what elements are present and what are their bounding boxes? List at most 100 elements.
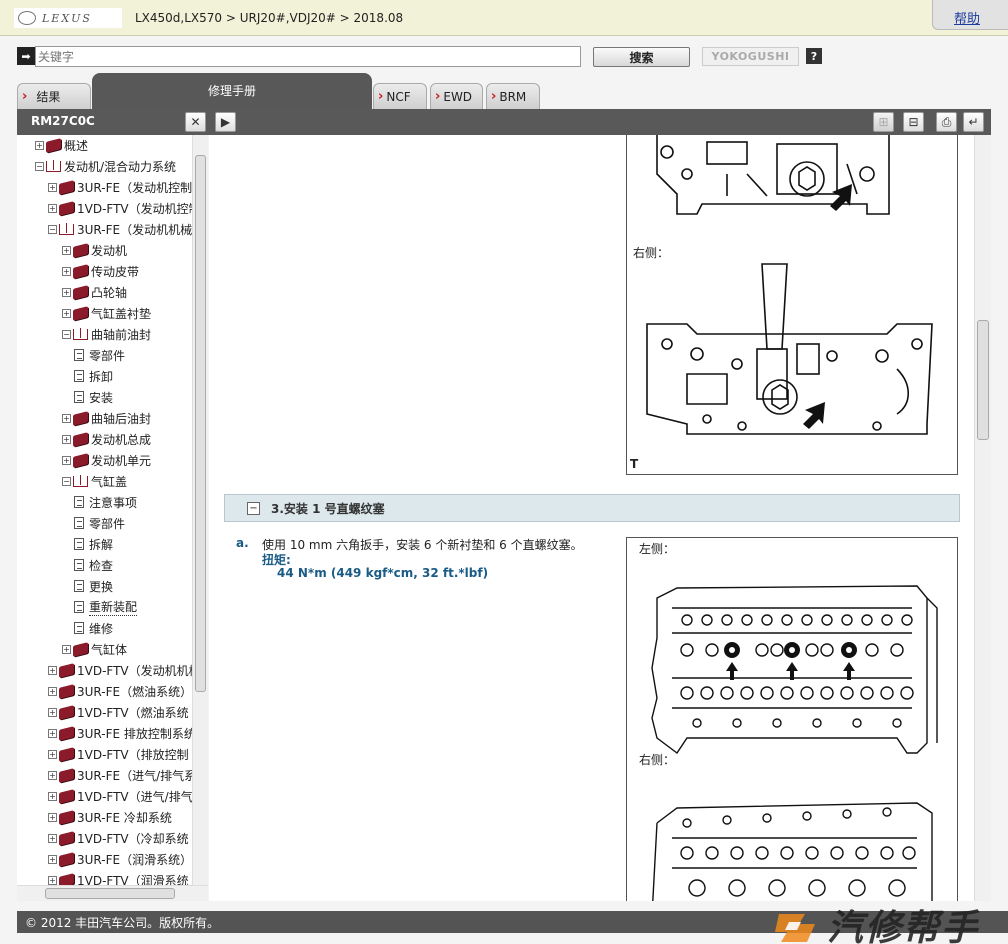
document-page-icon (74, 391, 84, 403)
expand-icon[interactable]: + (48, 665, 57, 675)
tree-item[interactable]: + 概述 (35, 136, 88, 154)
tree-item[interactable]: + 气缸体 (62, 640, 127, 658)
expand-icon[interactable]: + (48, 203, 57, 213)
expand-icon[interactable]: + (48, 791, 57, 801)
tree-item[interactable]: + 发动机单元 (62, 451, 151, 469)
print-icon[interactable]: ⎙ (936, 112, 957, 132)
tree-item[interactable]: + 曲轴后油封 (62, 409, 151, 427)
close-icon[interactable]: ✕ (185, 112, 206, 132)
expand-icon[interactable]: + (48, 182, 57, 192)
document-code: RM27C0C (31, 114, 95, 128)
expand-icon[interactable]: + (48, 770, 57, 780)
expand-icon[interactable]: + (35, 140, 44, 150)
tree-item[interactable]: − 曲轴前油封 (62, 325, 151, 343)
tree-item[interactable]: 维修 (74, 619, 113, 637)
tree-item[interactable]: +1VD-FTV（排放控制 (48, 745, 189, 763)
content-scroll-thumb[interactable] (977, 320, 989, 440)
tree-hscroll-thumb[interactable] (45, 888, 175, 899)
content-vertical-scrollbar[interactable] (974, 135, 991, 901)
tree-item[interactable]: 重新装配 (74, 598, 138, 616)
tree-item[interactable]: − 气缸盖 (62, 472, 127, 490)
tree-item[interactable]: +3UR-FE 冷却系统 (48, 808, 172, 826)
expand-icon[interactable]: + (48, 749, 57, 759)
collapse-icon[interactable]: − (48, 224, 57, 234)
tree-item[interactable]: +1VD-FTV（发动机机械 (48, 661, 201, 679)
lexus-logo: LEXUS (14, 8, 122, 28)
step-header[interactable]: − 3.安装 1 号直螺纹塞 (224, 494, 960, 522)
tree-item[interactable]: 安装 (74, 388, 113, 406)
tab-results[interactable]: › 结果 (17, 83, 91, 109)
book-open-icon (59, 222, 74, 235)
expand-icon[interactable]: + (62, 308, 71, 318)
tree-item[interactable]: +3UR-FE（燃油系统） (48, 682, 192, 700)
expand-icon[interactable]: + (48, 707, 57, 717)
collapse-icon[interactable]: − (62, 476, 71, 486)
expand-icon[interactable]: + (62, 287, 71, 297)
tree-scroll-thumb[interactable] (195, 155, 206, 692)
tree-vertical-scrollbar[interactable] (192, 135, 208, 885)
tab-ncf-label: NCF (386, 89, 411, 104)
expand-icon[interactable]: + (62, 413, 71, 423)
tab-brm[interactable]: › BRM (486, 83, 540, 109)
tree-item[interactable]: +1VD-FTV（燃油系统 (48, 703, 189, 721)
step-a-text: 使用 10 mm 六角扳手，安装 6 个新衬垫和 6 个直螺纹塞。 (262, 538, 583, 552)
tree-item[interactable]: 检查 (74, 556, 113, 574)
tree-item[interactable]: + 凸轮轴 (62, 283, 127, 301)
tree-item-label: 曲轴前油封 (91, 327, 152, 342)
expand-icon[interactable]: + (48, 833, 57, 843)
expand-all-icon[interactable]: ⊞ (873, 112, 894, 132)
collapse-icon[interactable]: − (35, 161, 44, 171)
tab-ewd[interactable]: › EWD (430, 83, 483, 109)
expand-icon[interactable]: + (62, 245, 71, 255)
expand-icon[interactable]: + (62, 434, 71, 444)
tab-ncf[interactable]: › NCF (373, 83, 427, 109)
tree-item[interactable]: +1VD-FTV（进气/排气 (48, 787, 193, 805)
tree-item[interactable]: 零部件 (74, 346, 125, 364)
document-page-icon (74, 517, 84, 529)
tree-item[interactable]: 零部件 (74, 514, 125, 532)
play-icon[interactable]: ▶ (215, 112, 236, 132)
tree-item[interactable]: 拆卸 (74, 367, 113, 385)
search-button[interactable]: 搜索 (593, 47, 690, 67)
tree-item-label: 检查 (89, 558, 114, 573)
collapse-icon[interactable]: − (62, 329, 71, 339)
expand-icon[interactable]: + (62, 266, 71, 276)
tree-item-label: 3UR-FE（进气/排气系 (77, 768, 197, 783)
tree-item[interactable]: +3UR-FE（进气/排气系 (48, 766, 196, 784)
tree-item[interactable]: +3UR-FE（润滑系统） (48, 850, 192, 868)
expand-icon[interactable]: + (48, 875, 57, 885)
expand-icon[interactable]: + (48, 728, 57, 738)
tree-item[interactable]: +3UR-FE（发动机控制 (48, 178, 192, 196)
tree-item[interactable]: − 发动机/混合动力系统 (35, 157, 176, 175)
tree-item[interactable]: − 3UR-FE（发动机机械 (48, 220, 192, 238)
expand-icon[interactable]: + (48, 854, 57, 864)
return-icon[interactable]: ↵ (963, 112, 984, 132)
tab-repair-manual[interactable]: 修理手册 (92, 73, 372, 109)
tree-item[interactable]: + 传动皮带 (62, 262, 139, 280)
book-closed-icon (59, 767, 74, 783)
document-page-icon (74, 370, 84, 382)
tree-item[interactable]: 更换 (74, 577, 113, 595)
tree-item[interactable]: + 发动机总成 (62, 430, 151, 448)
tree-item[interactable]: +1VD-FTV（发动机控制 (48, 199, 201, 217)
expand-icon[interactable]: + (62, 644, 71, 654)
tree-horizontal-scrollbar[interactable] (17, 885, 208, 901)
yokogushi-button[interactable]: YOKOGUSHI (702, 47, 799, 66)
help-link[interactable]: 帮助 (954, 8, 980, 27)
tree-item[interactable]: + 气缸盖衬垫 (62, 304, 151, 322)
tree-item[interactable]: +3UR-FE 排放控制系统 (48, 724, 196, 742)
tree-item[interactable]: +1VD-FTV（冷却系统 (48, 829, 189, 847)
tree-item[interactable]: 拆解 (74, 535, 113, 553)
tree-item[interactable]: + 发动机 (62, 241, 127, 259)
expand-icon[interactable]: + (62, 455, 71, 465)
collapse-icon[interactable]: − (247, 501, 260, 515)
tree-item-label: 发动机/混合动力系统 (64, 159, 177, 174)
breadcrumb: LX450d,LX570 > URJ20#,VDJ20# > 2018.08 (135, 11, 404, 25)
expand-icon[interactable]: + (48, 812, 57, 822)
collapse-all-icon[interactable]: ⊟ (903, 112, 924, 132)
expand-icon[interactable]: + (48, 686, 57, 696)
navigation-tree: + 概述 − 发动机/混合动力系统 +3UR-FE（发动机控制 +1VD-FTV（发动机控… (17, 135, 208, 901)
help-question-button[interactable]: ? (806, 48, 822, 64)
tree-item[interactable]: 注意事项 (74, 493, 137, 511)
search-input[interactable] (35, 46, 581, 67)
